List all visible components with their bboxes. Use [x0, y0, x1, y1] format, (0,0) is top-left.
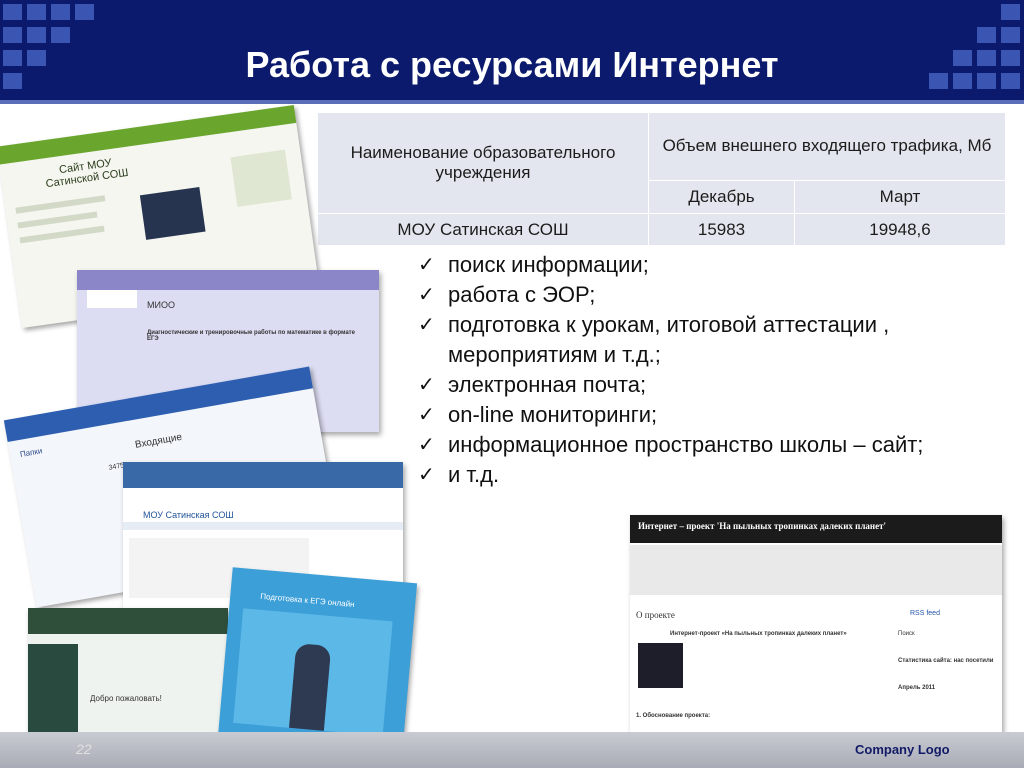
list-item: ✓ on-line мониторинги;	[418, 400, 1008, 430]
decor-square	[75, 4, 94, 20]
statgrad-mioo: МИОО	[147, 300, 175, 310]
photo-thumbnail	[139, 186, 206, 240]
list-item: ✓ информационное пространство школы – сай…	[418, 430, 1008, 460]
decor-square	[977, 27, 996, 43]
text-line	[17, 211, 98, 229]
project-menu	[630, 545, 1002, 595]
fipi-welcome: Добро пожаловать!	[90, 694, 162, 703]
checkmark-icon: ✓	[418, 434, 435, 456]
statgrad-year: 2010-2011 учебный год	[282, 276, 368, 285]
checkmark-icon: ✓	[418, 284, 435, 306]
mailru-tab: Почта	[128, 402, 152, 416]
project-stats: Статистика сайта: нас посетили	[898, 658, 994, 664]
list-item: ✓ работа с ЭОР;	[418, 280, 1008, 310]
project-subtitle: Интернет-проект «На пыльных тропинках да…	[670, 631, 847, 637]
diary-tab-bar	[123, 522, 403, 530]
table-header-institution: Наименование образовательного учреждения	[317, 112, 649, 214]
statgrad-logo: СтатГрад РФ	[172, 274, 254, 288]
list-item: ✓ электронная почта;	[418, 370, 1008, 400]
decor-square	[51, 4, 70, 20]
project-point: 1. Обоснование проекта:	[636, 713, 711, 719]
school-site-title: Сайт МОУ Сатинской СОШ	[44, 157, 130, 191]
header-divider	[0, 100, 1024, 104]
table-header-march: Март	[794, 179, 1006, 215]
page-number: 22	[76, 741, 92, 757]
diary-logo-icon: D	[123, 462, 151, 488]
checkmark-icon: ✓	[418, 314, 435, 336]
slide-title: Работа с ресурсами Интернет	[245, 44, 779, 85]
list-item: ✓ поиск информации;	[418, 250, 1008, 280]
mailru-logo: @mail.ru	[14, 412, 76, 439]
presenter-figure	[288, 643, 332, 731]
mailru-folders: Папки	[19, 446, 43, 459]
table-header-traffic: Объем внешнего входящего трафика, Мб	[648, 112, 1006, 181]
statgrad-emblem	[87, 290, 137, 308]
mailru-inbox: Входящие	[134, 431, 183, 451]
table-header-december: Декабрь	[648, 179, 795, 215]
table-cell-school: МОУ Сатинская СОШ	[317, 213, 649, 246]
statgrad-description: Диагностические и тренировочные работы п…	[147, 330, 355, 342]
decor-square	[1001, 27, 1020, 43]
decor-square	[27, 4, 46, 20]
project-search: Поиск	[898, 631, 915, 637]
decor-square	[27, 27, 46, 43]
planet-image	[638, 643, 683, 688]
ege-screenshot: Подготовка к ЕГЭ онлайн	[217, 567, 418, 753]
text-line	[15, 195, 106, 214]
checkmark-icon: ✓	[418, 254, 435, 276]
table-cell-march: 19948,6	[794, 213, 1006, 246]
company-logo: Company Logo	[855, 742, 950, 757]
project-section: О проекте	[636, 610, 675, 620]
checkmark-icon: ✓	[418, 464, 435, 486]
list-item: ✓ и т.д.	[418, 460, 1008, 490]
checkmark-icon: ✓	[418, 374, 435, 396]
text-line	[19, 225, 105, 244]
calendar-widget	[230, 149, 292, 207]
decor-square	[51, 27, 70, 43]
traffic-table: Наименование образовательного учреждения…	[317, 112, 1006, 246]
fipi-logo: ФИПИ	[58, 614, 92, 626]
project-month: Апрель 2011	[898, 685, 936, 691]
checkmark-icon: ✓	[418, 404, 435, 426]
table-cell-december: 15983	[648, 213, 795, 246]
decor-square	[3, 27, 22, 43]
ege-title: Подготовка к ЕГЭ онлайн	[259, 591, 355, 609]
project-title: Интернет – проект 'На пыльных тропинках …	[638, 521, 887, 531]
project-screenshot: Интернет – проект 'На пыльных тропинках …	[630, 515, 1002, 743]
decor-square	[3, 4, 22, 20]
decor-square	[1001, 4, 1020, 20]
list-item: ✓ подготовка к урокам, итоговой аттестаци…	[418, 312, 890, 367]
diary-school-name: МОУ Сатинская СОШ	[143, 510, 234, 520]
bullet-list: ✓ поиск информации; ✓ работа с ЭОР; ✓ подго…	[418, 250, 1008, 490]
project-rss: RSS feed	[910, 610, 940, 617]
fipi-sidebar	[28, 644, 78, 734]
